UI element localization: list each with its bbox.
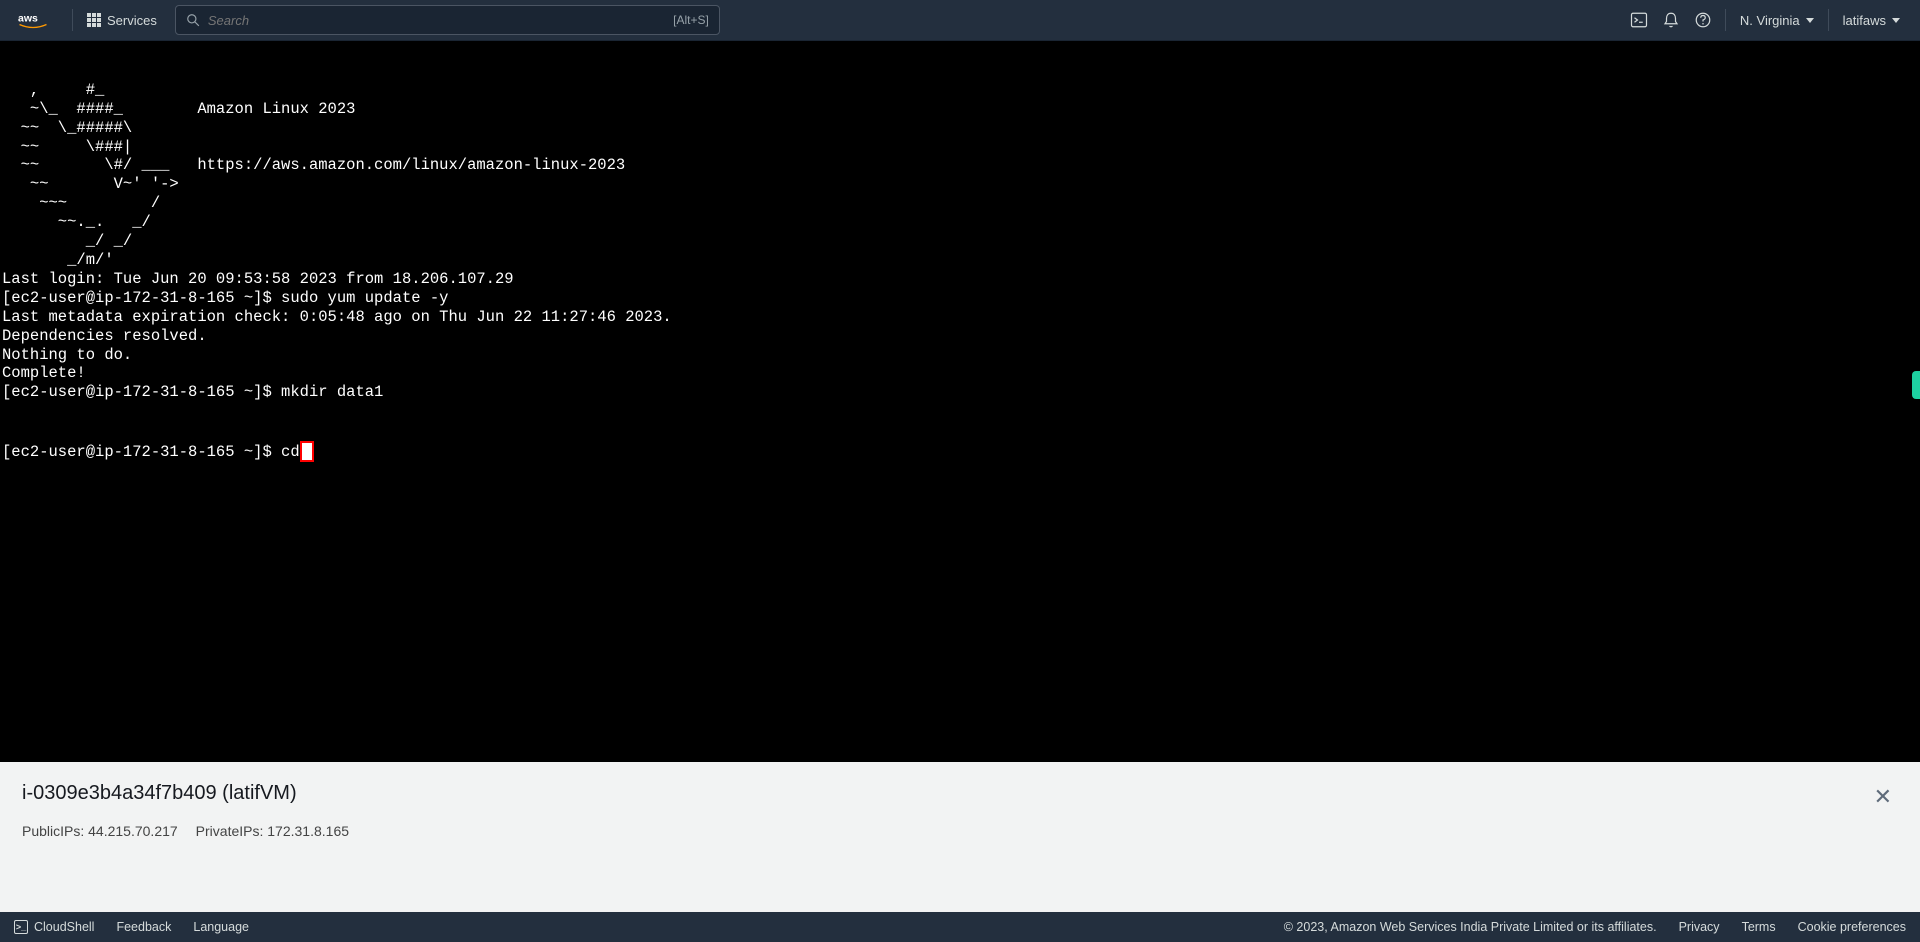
- close-icon[interactable]: ✕: [1868, 782, 1898, 812]
- grid-icon: [87, 13, 101, 27]
- search-kbd-hint: [Alt+S]: [673, 13, 709, 27]
- search-input[interactable]: [208, 13, 665, 28]
- chevron-down-icon: [1892, 18, 1900, 23]
- instance-info-panel: i-0309e3b4a34f7b409 (latifVM) PublicIPs:…: [0, 762, 1920, 912]
- search-icon: [186, 13, 200, 27]
- cloudshell-button[interactable]: >_ CloudShell: [14, 920, 94, 934]
- services-label: Services: [107, 13, 157, 28]
- terminal-line: Last metadata expiration check: 0:05:48 …: [0, 308, 1920, 327]
- chevron-down-icon: [1806, 18, 1814, 23]
- terminal-line: Last login: Tue Jun 20 09:53:58 2023 fro…: [0, 270, 1920, 289]
- terminal-line: ~~ \#/ ___ https://aws.amazon.com/linux/…: [0, 156, 1920, 175]
- terminal-line: Dependencies resolved.: [0, 327, 1920, 346]
- instance-title: i-0309e3b4a34f7b409 (latifVM): [22, 782, 1848, 805]
- separator: [72, 9, 73, 31]
- account-menu[interactable]: latifaws: [1835, 13, 1908, 28]
- side-tab-handle[interactable]: [1912, 371, 1920, 399]
- terminal-line: ~~ \_#####\: [0, 119, 1920, 138]
- cloudshell-icon: >_: [14, 920, 28, 934]
- notifications-icon[interactable]: [1655, 4, 1687, 36]
- terminal-line: _/m/': [0, 251, 1920, 270]
- terminal-cursor: [300, 441, 314, 462]
- private-ip: PrivateIPs: 172.31.8.165: [196, 823, 349, 839]
- terminal-line: _/ _/: [0, 232, 1920, 251]
- terminal-line: ~\_ ####_ Amazon Linux 2023: [0, 100, 1920, 119]
- copyright-text: © 2023, Amazon Web Services India Privat…: [1284, 920, 1657, 934]
- language-link[interactable]: Language: [193, 920, 249, 934]
- separator: [1725, 9, 1726, 31]
- terminal-line: ~~~ /: [0, 194, 1920, 213]
- top-nav: aws Services [Alt+S] N. Virginia latifaw…: [0, 0, 1920, 41]
- bottom-bar: >_ CloudShell Feedback Language © 2023, …: [0, 912, 1920, 942]
- terminal-line: Complete!: [0, 364, 1920, 383]
- cloudshell-label: CloudShell: [34, 920, 94, 934]
- separator: [1828, 9, 1829, 31]
- search-box[interactable]: [Alt+S]: [175, 5, 720, 35]
- cookie-preferences-link[interactable]: Cookie preferences: [1798, 920, 1906, 934]
- terminal-line: [ec2-user@ip-172-31-8-165 ~]$ mkdir data…: [0, 383, 1920, 402]
- terminal-line: , #_: [0, 81, 1920, 100]
- terminal-line: ~~._. _/: [0, 213, 1920, 232]
- terms-link[interactable]: Terms: [1742, 920, 1776, 934]
- terminal-line: Nothing to do.: [0, 346, 1920, 365]
- terminal-view[interactable]: , #_ ~\_ ####_ Amazon Linux 2023 ~~ \_##…: [0, 41, 1920, 762]
- privacy-link[interactable]: Privacy: [1679, 920, 1720, 934]
- terminal-line: ~~ V~' '->: [0, 175, 1920, 194]
- aws-logo[interactable]: aws: [12, 8, 54, 32]
- feedback-link[interactable]: Feedback: [116, 920, 171, 934]
- region-label: N. Virginia: [1740, 13, 1800, 28]
- help-icon[interactable]: [1687, 4, 1719, 36]
- terminal-line: [ec2-user@ip-172-31-8-165 ~]$ sudo yum u…: [0, 289, 1920, 308]
- account-label: latifaws: [1843, 13, 1886, 28]
- svg-text:aws: aws: [18, 13, 38, 25]
- services-button[interactable]: Services: [79, 13, 165, 28]
- cloudshell-icon[interactable]: [1623, 4, 1655, 36]
- public-ip: PublicIPs: 44.215.70.217: [22, 823, 178, 839]
- terminal-current-line: [ec2-user@ip-172-31-8-165 ~]$ cd: [0, 440, 1920, 462]
- region-selector[interactable]: N. Virginia: [1732, 13, 1822, 28]
- terminal-line: ~~ \###|: [0, 138, 1920, 157]
